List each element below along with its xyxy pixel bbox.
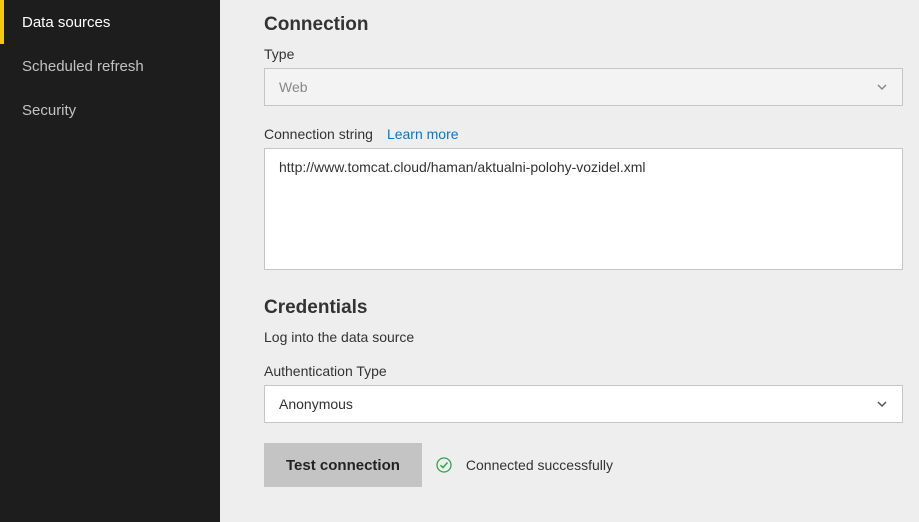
sidebar-item-label: Scheduled refresh xyxy=(22,58,144,75)
credentials-intro: Log into the data source xyxy=(264,329,903,345)
auth-type-select[interactable]: Anonymous xyxy=(264,385,903,423)
sidebar-item-data-sources[interactable]: Data sources xyxy=(0,0,220,44)
type-select-value: Web xyxy=(279,79,308,95)
chevron-down-icon xyxy=(876,81,888,93)
chevron-down-icon xyxy=(876,398,888,410)
credentials-title: Credentials xyxy=(264,297,903,319)
connection-title: Connection xyxy=(264,14,903,36)
success-check-icon xyxy=(436,457,452,473)
type-label: Type xyxy=(264,46,903,62)
auth-type-value: Anonymous xyxy=(279,396,353,412)
sidebar: Data sources Scheduled refresh Security xyxy=(0,0,220,522)
conn-string-label: Connection string xyxy=(264,126,373,142)
sidebar-item-label: Data sources xyxy=(22,14,110,31)
main-content: Connection Type Web Connection string Le… xyxy=(220,0,919,522)
conn-string-input[interactable] xyxy=(264,148,903,270)
sidebar-item-scheduled-refresh[interactable]: Scheduled refresh xyxy=(0,44,220,88)
auth-type-label: Authentication Type xyxy=(264,363,903,379)
type-select: Web xyxy=(264,68,903,106)
status-text: Connected successfully xyxy=(466,457,613,473)
sidebar-item-label: Security xyxy=(22,102,76,119)
sidebar-item-security[interactable]: Security xyxy=(0,88,220,132)
test-connection-button[interactable]: Test connection xyxy=(264,443,422,487)
learn-more-link[interactable]: Learn more xyxy=(387,126,459,142)
